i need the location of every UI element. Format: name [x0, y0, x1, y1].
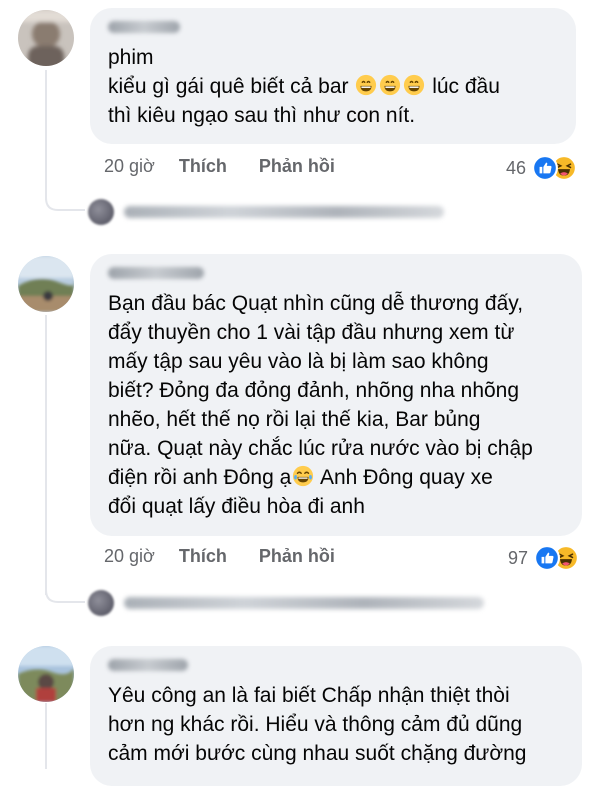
avatar[interactable] [18, 256, 74, 312]
reaction-count: 46 [506, 157, 527, 178]
comment-line: Yêu công an là fai biết Chấp nhận thiệt … [108, 684, 510, 707]
like-button[interactable]: Thích [179, 156, 227, 177]
reply-button[interactable]: Phản hồi [259, 156, 335, 177]
reaction-summary[interactable]: 46 [506, 155, 578, 181]
comment-line-part: điện rồi anh Đông ạ [108, 466, 292, 489]
reaction-count: 97 [508, 547, 529, 568]
comment-actions: 20 giờ Thích Phản hồi [104, 156, 367, 177]
comment-line: nhẽo, hết thế nọ rồi lại thế kia, Bar bủ… [108, 408, 481, 431]
grinning-emoji-icon [404, 74, 425, 96]
reply-text-redacted [124, 206, 444, 218]
comment-line: phim [108, 46, 154, 69]
comment-bubble: Yêu công an là fai biết Chấp nhận thiệt … [90, 646, 582, 786]
comment-line: kiểu gì gái quê biết cả bar lúc đầu [108, 72, 558, 101]
author-name-redacted[interactable] [108, 21, 180, 39]
like-icon [534, 545, 561, 571]
thread-line [45, 703, 47, 769]
reply-avatar [88, 199, 114, 225]
collapsed-reply[interactable] [88, 588, 484, 618]
comment-timestamp[interactable]: 20 giờ [104, 156, 155, 177]
comment-line: điện rồi anh Đông ạ Anh Đông quay xe [108, 463, 564, 492]
collapsed-reply[interactable] [88, 197, 444, 227]
comment-line: biết? Đỏng đa đỏng đảnh, nhõng nha nhõng [108, 379, 520, 402]
comment-line-part: kiểu gì gái quê biết cả bar [108, 75, 349, 98]
reply-button[interactable]: Phản hồi [259, 546, 335, 567]
comment-text: Bạn đầu bác Quạt nhìn cũng dễ thương đấy… [108, 289, 564, 521]
comment-line-part: Anh Đông quay xe [315, 466, 493, 489]
comment-text: phim kiểu gì gái quê biết cả bar lúc đầu… [108, 43, 558, 130]
comment-line: hơn ng khác rồi. Hiểu và thông cảm đủ dũ… [108, 713, 523, 736]
reply-avatar [88, 590, 114, 616]
author-name-redacted[interactable] [108, 267, 204, 285]
comment-bubble: Bạn đầu bác Quạt nhìn cũng dễ thương đấy… [90, 254, 582, 536]
grinning-emoji-icon [356, 74, 377, 96]
comment-timestamp[interactable]: 20 giờ [104, 546, 155, 567]
tears-of-joy-emoji-icon [293, 465, 314, 487]
comment-line: đổi quạt lấy điều hòa đi anh [108, 495, 365, 518]
thread-line [45, 315, 47, 595]
comment-line: cảm mới bước cùng nhau suốt chặng đường [108, 742, 527, 765]
comment-line: mấy tập sau yêu vào là bị làm sao không [108, 350, 489, 373]
comment-line: Bạn đầu bác Quạt nhìn cũng dễ thương đấy… [108, 292, 524, 315]
author-name-redacted[interactable] [108, 659, 188, 677]
reply-text-redacted [124, 597, 484, 609]
comment-actions: 20 giờ Thích Phản hồi [104, 546, 367, 567]
thread-branch [45, 572, 85, 603]
like-button[interactable]: Thích [179, 546, 227, 567]
comment-line-part: lúc đầu [432, 75, 500, 98]
comment-line: thì kiêu ngạo sau thì như con nít. [108, 104, 416, 127]
comment-text: Yêu công an là fai biết Chấp nhận thiệt … [108, 681, 564, 768]
thread-branch [45, 180, 85, 211]
avatar[interactable] [18, 10, 74, 66]
like-icon [532, 155, 559, 181]
comment-bubble: phim kiểu gì gái quê biết cả bar lúc đầu… [90, 8, 576, 144]
comment-line: nữa. Quạt này chắc lúc rửa nước vào bị c… [108, 437, 533, 460]
comment-line: đẩy thuyền cho 1 vài tập đầu nhưng xem t… [108, 321, 515, 344]
grinning-emoji-icon [380, 74, 401, 96]
avatar[interactable] [18, 646, 74, 702]
reaction-summary[interactable]: 97 [508, 545, 580, 571]
